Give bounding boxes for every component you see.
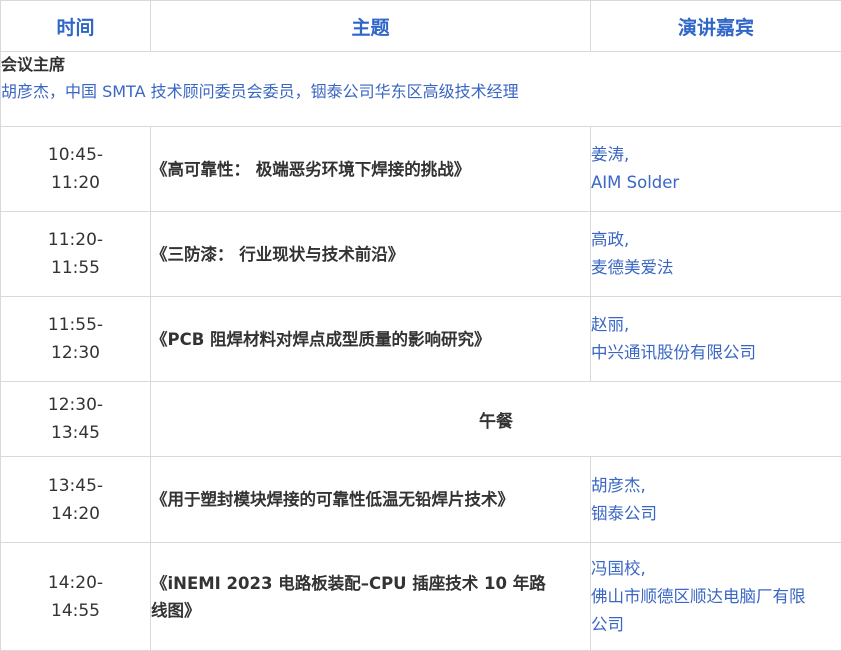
session-topic: 《iNEMI 2023 电路板装配–CPU 插座技术 10 年路 线图》 — [151, 543, 591, 651]
header-time: 时间 — [1, 1, 151, 52]
time-start: 10:45- — [1, 141, 150, 169]
speaker-org: 麦德美爱法 — [591, 254, 841, 282]
chair-description: 胡彦杰，中国 SMTA 技术顾问委员会委员，铟泰公司华东区高级技术经理 — [1, 78, 841, 106]
speaker-org: 佛山市顺德区顺达电脑厂有限 — [591, 583, 841, 611]
time-end: 13:45 — [1, 419, 150, 447]
session-speaker: 冯国校, 佛山市顺德区顺达电脑厂有限 公司 — [591, 543, 841, 651]
session-speaker: 赵丽, 中兴通讯股份有限公司 — [591, 297, 841, 382]
session-time: 14:20- 14:55 — [1, 543, 151, 651]
time-end: 14:55 — [1, 597, 150, 625]
speaker-org: 中兴通讯股份有限公司 — [591, 339, 841, 367]
session-topic: 《PCB 阻焊材料对焊点成型质量的影响研究》 — [151, 297, 591, 382]
header-topic: 主题 — [151, 1, 591, 52]
session-topic: 《高可靠性： 极端恶劣环境下焊接的挑战》 — [151, 127, 591, 212]
time-start: 12:30- — [1, 391, 150, 419]
time-end: 14:20 — [1, 500, 150, 528]
lunch-label: 午餐 — [151, 382, 841, 457]
table-row: 10:45- 11:20 《高可靠性： 极端恶劣环境下焊接的挑战》 姜涛, AI… — [1, 127, 841, 212]
chair-title: 会议主席 — [1, 52, 841, 78]
chair-row: 会议主席 胡彦杰，中国 SMTA 技术顾问委员会委员，铟泰公司华东区高级技术经理 — [1, 52, 841, 127]
table-header-row: 时间 主题 演讲嘉宾 — [1, 1, 841, 52]
session-time: 12:30- 13:45 — [1, 382, 151, 457]
lunch-row: 12:30- 13:45 午餐 — [1, 382, 841, 457]
topic-line: 线图》 — [151, 597, 590, 624]
session-time: 11:20- 11:55 — [1, 212, 151, 297]
time-end: 12:30 — [1, 339, 150, 367]
session-time: 10:45- 11:20 — [1, 127, 151, 212]
table-row: 14:20- 14:55 《iNEMI 2023 电路板装配–CPU 插座技术 … — [1, 543, 841, 651]
session-speaker: 胡彦杰, 铟泰公司 — [591, 457, 841, 543]
speaker-name: 胡彦杰, — [591, 472, 841, 500]
session-time: 11:55- 12:30 — [1, 297, 151, 382]
speaker-name: 赵丽, — [591, 311, 841, 339]
chair-cell: 会议主席 胡彦杰，中国 SMTA 技术顾问委员会委员，铟泰公司华东区高级技术经理 — [1, 52, 841, 127]
time-start: 11:20- — [1, 226, 150, 254]
time-end: 11:20 — [1, 169, 150, 197]
speaker-org: AIM Solder — [591, 169, 841, 197]
speaker-name: 姜涛, — [591, 141, 841, 169]
session-speaker: 高政, 麦德美爱法 — [591, 212, 841, 297]
agenda-table: 时间 主题 演讲嘉宾 会议主席 胡彦杰，中国 SMTA 技术顾问委员会委员，铟泰… — [0, 0, 841, 651]
speaker-name: 高政, — [591, 226, 841, 254]
header-speaker: 演讲嘉宾 — [591, 1, 841, 52]
speaker-org: 公司 — [591, 611, 841, 639]
table-row: 13:45- 14:20 《用于塑封模块焊接的可靠性低温无铅焊片技术》 胡彦杰,… — [1, 457, 841, 543]
session-topic: 《三防漆： 行业现状与技术前沿》 — [151, 212, 591, 297]
session-time: 13:45- 14:20 — [1, 457, 151, 543]
time-start: 13:45- — [1, 472, 150, 500]
time-start: 11:55- — [1, 311, 150, 339]
speaker-org: 铟泰公司 — [591, 500, 841, 528]
table-row: 11:55- 12:30 《PCB 阻焊材料对焊点成型质量的影响研究》 赵丽, … — [1, 297, 841, 382]
session-speaker: 姜涛, AIM Solder — [591, 127, 841, 212]
speaker-name: 冯国校, — [591, 555, 841, 583]
table-row: 11:20- 11:55 《三防漆： 行业现状与技术前沿》 高政, 麦德美爱法 — [1, 212, 841, 297]
time-end: 11:55 — [1, 254, 150, 282]
time-start: 14:20- — [1, 569, 150, 597]
session-topic: 《用于塑封模块焊接的可靠性低温无铅焊片技术》 — [151, 457, 591, 543]
topic-line: 《iNEMI 2023 电路板装配–CPU 插座技术 10 年路 — [151, 570, 590, 597]
